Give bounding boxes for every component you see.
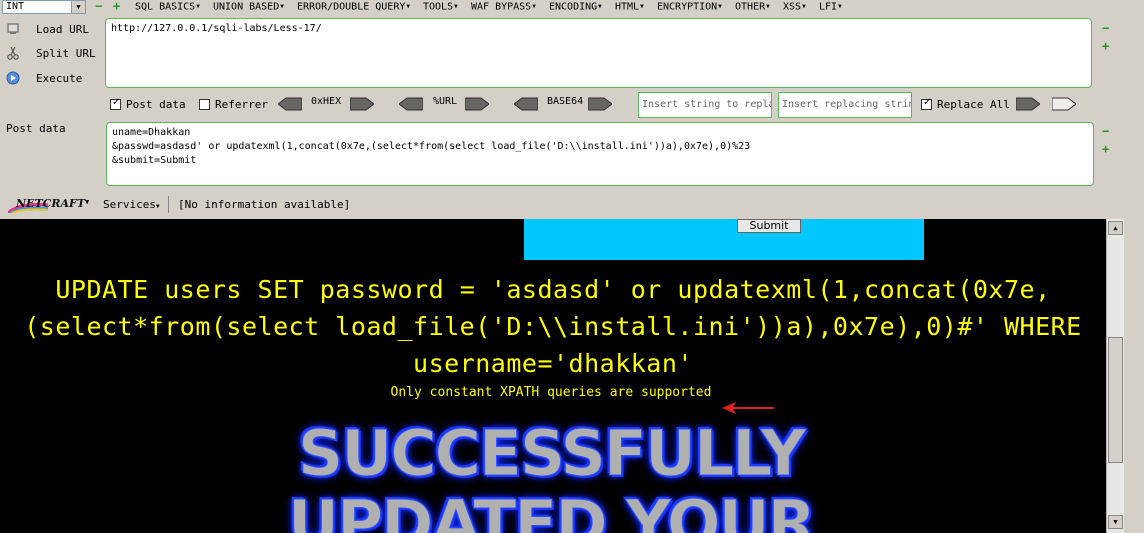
divider	[168, 196, 169, 213]
plus-icon[interactable]: +	[1102, 142, 1109, 156]
services-menu[interactable]: Services▼	[103, 198, 160, 211]
scrollbar-thumb[interactable]	[1108, 337, 1123, 463]
replace-arrow-icon[interactable]	[1016, 97, 1040, 111]
menu-html[interactable]: HTML▼	[615, 0, 644, 14]
hex-encode-arrow-icon[interactable]	[350, 97, 374, 111]
menu-tools[interactable]: TOOLS▼	[423, 0, 458, 14]
menu-label: ERROR/DOUBLE QUERY	[297, 1, 406, 13]
red-arrow-icon	[722, 402, 774, 414]
sql-query-text: UPDATE users SET password = 'asdasd' or …	[0, 271, 1106, 382]
replacing-string-input[interactable]: Insert replacing string	[778, 92, 912, 118]
minus-icon[interactable]: −	[95, 0, 102, 12]
services-label: Services	[103, 198, 156, 211]
hex-label: 0xHEX	[311, 96, 342, 107]
base64-label: BASE64	[547, 96, 584, 107]
referrer-label: Referrer	[215, 98, 268, 111]
success-line: SUCCESSFULLY	[297, 417, 806, 490]
checkbox-checked-icon	[921, 97, 932, 110]
menu-error-double-query[interactable]: ERROR/DOUBLE QUERY▼	[297, 0, 410, 14]
post-data-input[interactable]: uname=Dhakkan &passwd=asdasd' or updatex…	[106, 122, 1094, 186]
insert-string-input[interactable]: Insert string to replace	[638, 92, 772, 118]
hackbar-toolbar: INT ▼ − + SQL BASICS▼ UNION BASED▼ ERROR…	[0, 0, 1144, 219]
scroll-up-icon[interactable]: ▲	[1108, 221, 1123, 235]
post-data-label: Post data	[126, 98, 186, 111]
minus-icon[interactable]: −	[1102, 124, 1109, 138]
execute-button[interactable]: Execute	[6, 69, 82, 87]
type-select-value: INT	[6, 1, 25, 12]
submit-button[interactable]: Submit	[737, 219, 801, 233]
window-edge	[1124, 0, 1144, 533]
replace-alt-arrow-icon[interactable]	[1052, 97, 1076, 111]
chevron-down-icon: ▼	[71, 1, 85, 13]
menu-sql-basics[interactable]: SQL BASICS▼	[135, 0, 200, 14]
query-line: (select*from(select load_file('D:\\insta…	[24, 312, 1082, 341]
netcraft-toolbar: NETCRAFT ▼ Services▼ [No information ava…	[0, 196, 400, 214]
checkbox-checked-icon	[110, 97, 121, 110]
menu-label: XSS	[783, 1, 802, 13]
menu-other[interactable]: OTHER▼	[735, 0, 770, 14]
execute-label: Execute	[36, 71, 83, 85]
netcraft-info: [No information available]	[178, 198, 351, 211]
form-panel	[524, 219, 924, 260]
hex-decode-arrow-icon[interactable]	[278, 97, 302, 111]
chevron-down-icon[interactable]: ▼	[85, 198, 89, 206]
menu-encryption[interactable]: ENCRYPTION▼	[657, 0, 722, 14]
vertical-scrollbar[interactable]: ▲ ▼	[1106, 219, 1124, 533]
success-banner: SUCCESSFULLY UPDATED YOUR	[0, 417, 1102, 533]
menu-label: WAF BYPASS	[471, 1, 532, 13]
menu-label: ENCODING	[549, 1, 598, 13]
menu-xss[interactable]: XSS▼	[783, 0, 806, 14]
url-encode-label: %URL	[433, 96, 458, 107]
minus-icon[interactable]: −	[1102, 21, 1109, 35]
checkbox-unchecked-icon	[199, 99, 210, 110]
netcraft-label: NETCRAFT	[16, 197, 86, 210]
menu-label: OTHER	[735, 1, 766, 13]
menu-label: ENCRYPTION	[657, 1, 718, 13]
query-line: username='dhakkan'	[413, 349, 693, 378]
split-url-button[interactable]: Split URL	[6, 44, 96, 62]
replace-all-label: Replace All	[937, 98, 1010, 111]
url-input[interactable]: http://127.0.0.1/sqli-labs/Less-17/	[105, 18, 1092, 88]
base64-decode-arrow-icon[interactable]	[514, 97, 538, 111]
scroll-down-icon[interactable]: ▼	[1108, 515, 1123, 529]
post-data-field-label: Post data	[6, 122, 66, 135]
success-line: UPDATED YOUR	[287, 487, 816, 533]
page-content: Submit UPDATE users SET password = 'asda…	[0, 219, 1106, 533]
menu-encoding[interactable]: ENCODING▼	[549, 0, 602, 14]
menu-lfi[interactable]: LFI▼	[819, 0, 842, 14]
execute-icon	[6, 71, 20, 85]
menu-bar: INT ▼ − + SQL BASICS▼ UNION BASED▼ ERROR…	[0, 0, 1144, 14]
url-decode-arrow-icon[interactable]	[399, 97, 423, 111]
error-message: Only constant XPATH queries are supporte…	[390, 385, 712, 400]
menu-label: HTML	[615, 1, 640, 13]
menu-label: SQL BASICS	[135, 1, 196, 13]
base64-encode-arrow-icon[interactable]	[588, 97, 612, 111]
scissors-icon	[7, 46, 19, 60]
load-url-icon	[7, 23, 19, 34]
load-url-label: Load URL	[36, 22, 89, 36]
query-line: UPDATE users SET password = 'asdasd' or …	[55, 275, 1051, 304]
menu-label: TOOLS	[423, 1, 454, 13]
type-select[interactable]: INT ▼	[2, 0, 86, 14]
url-encode-arrow-icon[interactable]	[465, 97, 489, 111]
load-url-button[interactable]: Load URL	[6, 20, 89, 38]
referrer-checkbox[interactable]: Referrer	[199, 98, 268, 111]
menu-label: UNION BASED	[213, 1, 280, 13]
split-url-label: Split URL	[36, 46, 96, 60]
plus-icon[interactable]: +	[113, 0, 120, 12]
replace-all-checkbox[interactable]: Replace All	[921, 97, 1010, 111]
netcraft-logo[interactable]: NETCRAFT	[6, 197, 85, 213]
menu-waf-bypass[interactable]: WAF BYPASS▼	[471, 0, 536, 14]
plus-icon[interactable]: +	[1102, 39, 1109, 53]
menu-label: LFI	[819, 1, 838, 13]
menu-union-based[interactable]: UNION BASED▼	[213, 0, 284, 14]
post-data-checkbox[interactable]: Post data	[110, 97, 186, 111]
